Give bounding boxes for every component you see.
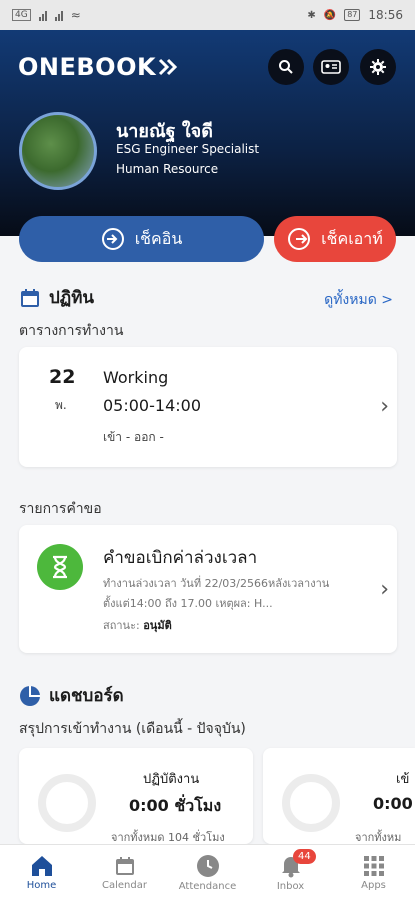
bluetooth-icon: ✱ (307, 9, 316, 21)
dashboard-section-title: แดชบอร์ด (19, 682, 124, 709)
user-role: ESG Engineer Specialist (116, 142, 260, 156)
app-logo: ONEBOOK (18, 53, 178, 81)
signal-icon-2 (54, 10, 63, 21)
work-hours-card[interactable]: ปฏิบัติงาน 0:00 ชั่วโมง จากทั้งหมด 104 ช… (19, 748, 253, 844)
chevron-right-icon: › (380, 394, 389, 419)
clock-icon (196, 854, 219, 877)
schedule-title: Working (103, 368, 169, 387)
nav-inbox[interactable]: Inbox 44 (249, 845, 332, 900)
progress-ring-2 (282, 774, 340, 832)
logout-icon (288, 228, 311, 250)
calendar-icon (21, 288, 39, 307)
id-card-icon (321, 60, 341, 74)
logo-chevrons-icon (159, 58, 178, 76)
sim-icon: 4G (12, 9, 31, 21)
attendance-summary-label: สรุปการเข้าทำงาน (เดือนนี้ - ปัจจุบัน) (19, 721, 246, 737)
schedule-time: 05:00-14:00 (103, 396, 201, 415)
work-hours-sub: จากทั้งหมด 104 ชั่วโมง (111, 831, 225, 844)
signal-icon (38, 10, 47, 21)
schedule-in-out: เข้า - ออก - (103, 430, 164, 444)
user-name: นายณัฐ ใจดี (116, 121, 213, 142)
grid-icon (363, 855, 384, 876)
schedule-label: ตารางการทำงาน (19, 323, 124, 339)
pie-chart-icon (20, 685, 40, 706)
check-out-button[interactable]: เช็คเอาท์ (274, 216, 396, 262)
requests-label: รายการคำขอ (19, 501, 102, 517)
home-icon (31, 855, 52, 876)
avatar[interactable] (19, 112, 97, 190)
attendance-value: 0:00 (373, 794, 413, 813)
hourglass-icon (37, 544, 83, 590)
nav-home[interactable]: Home (0, 845, 83, 900)
gear-icon (370, 59, 386, 75)
wifi-icon: ≈ (70, 8, 81, 22)
id-card-button[interactable] (313, 49, 349, 85)
attendance-card[interactable]: เข้ 0:00 จากทั้งหม (263, 748, 415, 844)
progress-ring (38, 774, 96, 832)
nav-apps[interactable]: Apps (332, 845, 415, 900)
request-description: ทำงานล่วงเวลา วันที่ 22/03/2566หลังเวลาง… (103, 577, 330, 610)
mute-icon: 🔕 (323, 9, 337, 21)
user-department: Human Resource (116, 162, 219, 176)
schedule-day: 22 (49, 366, 76, 388)
chevron-right-icon-2: › (380, 577, 389, 602)
battery-icon: 87 (344, 9, 361, 21)
calendar-section-title: ปฏิทิน (19, 284, 94, 311)
check-in-button[interactable]: เช็คอิน (19, 216, 264, 262)
schedule-weekday: พ. (55, 398, 67, 412)
nav-calendar[interactable]: Calendar (83, 845, 166, 900)
check-out-label: เช็คเอาท์ (321, 228, 383, 248)
request-title: คำขอเบิกค่าล่วงเวลา (103, 548, 258, 568)
bottom-navigation: Home Calendar Attendance Inbox 44 Apps (0, 844, 415, 900)
attendance-sub: จากทั้งหม (355, 831, 402, 844)
attendance-label: เข้ (396, 772, 410, 787)
search-button[interactable] (268, 49, 304, 85)
work-hours-value: 0:00 ชั่วโมง (129, 796, 222, 815)
settings-button[interactable] (360, 49, 396, 85)
nav-attendance[interactable]: Attendance (166, 845, 249, 900)
login-icon (101, 228, 124, 250)
clock-time: 18:56 (368, 8, 403, 22)
schedule-card[interactable] (19, 347, 397, 467)
inbox-badge: 44 (293, 849, 316, 864)
check-in-label: เช็คอิน (134, 228, 183, 248)
see-all-link[interactable]: ดูทั้งหมด > (324, 289, 393, 311)
request-status: สถานะ: อนุมัติ (103, 619, 172, 632)
status-bar: 4G ≈ ✱ 🔕 87 18:56 (0, 0, 415, 30)
search-icon (279, 60, 293, 74)
calendar-icon (115, 856, 134, 875)
work-hours-label: ปฏิบัติงาน (143, 772, 200, 787)
